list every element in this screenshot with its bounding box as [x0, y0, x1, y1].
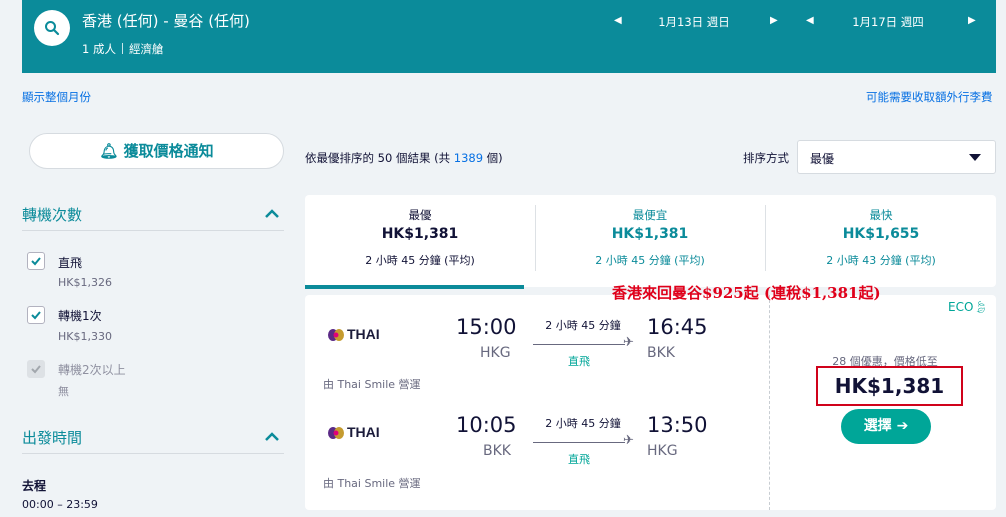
sort-value: 最優 — [810, 152, 835, 166]
departure-airport: HKG — [480, 345, 511, 361]
leaf-icon: 🍃︎ — [973, 300, 989, 314]
prev-return-date-icon[interactable]: ◀ — [806, 15, 814, 26]
promo-annotation: 香港來回曼谷$925起 (連稅$1,381起) — [612, 284, 881, 302]
prev-depart-date-icon[interactable]: ◀ — [614, 15, 622, 26]
tab-best[interactable]: 最優 HK$1,381 2 小時 45 分鐘 (平均) — [305, 195, 535, 287]
active-tab-indicator — [305, 285, 524, 289]
airline-logo: THAI — [327, 326, 380, 342]
select-label: 選擇 — [863, 418, 892, 434]
search-button[interactable] — [34, 10, 70, 46]
flight-duration: 2 小時 45 分鐘 — [545, 417, 621, 430]
one-stop-checkbox[interactable] — [27, 306, 45, 324]
route-line — [533, 442, 625, 443]
plane-icon: ✈ — [623, 335, 634, 350]
direct-label: 直飛 — [58, 256, 83, 270]
flight-duration: 2 小時 45 分鐘 — [545, 319, 621, 332]
tab-title: 最便宜 — [632, 208, 668, 222]
route-line — [533, 344, 625, 345]
price-alert-label: 獲取價格通知 — [123, 142, 214, 160]
depart-date-picker: ◀ 1月13日 週日 ▶ — [612, 12, 782, 32]
plane-icon: ✈ — [623, 433, 634, 448]
eco-label: ECO — [948, 300, 974, 314]
operated-by: 由 Thai Smile 營運 — [323, 378, 421, 391]
separator — [121, 43, 123, 54]
divider — [22, 230, 284, 231]
two-plus-stops-label: 轉機2次以上 — [58, 363, 126, 377]
two-plus-stops-price: 無 — [58, 385, 69, 398]
checkmark-icon — [31, 311, 41, 320]
next-depart-date-icon[interactable]: ▶ — [770, 15, 778, 26]
chevron-up-icon[interactable] — [264, 206, 280, 222]
airline-name: THAI — [347, 424, 380, 440]
return-date[interactable]: 1月17日 週四 — [828, 14, 948, 30]
eco-badge: ECO🍃︎ — [948, 300, 989, 314]
search-header: 香港 (任何) - 曼谷 (任何) 1 成人 經濟艙 ◀ 1月13日 週日 ▶ ◀… — [22, 0, 996, 73]
arrival-time: 16:45 — [647, 315, 708, 339]
departure-time: 15:00 — [456, 315, 517, 339]
search-icon — [45, 21, 60, 36]
one-stop-label: 轉機1次 — [58, 309, 102, 323]
chevron-up-icon[interactable] — [264, 429, 280, 445]
checkmark-icon — [31, 365, 41, 374]
stops-text: 直飛 — [568, 355, 590, 368]
arrival-airport: HKG — [647, 443, 678, 459]
direct-price: HK$1,326 — [58, 276, 112, 289]
thai-orchid-icon — [328, 427, 344, 439]
arrow-right-icon: ➔ — [896, 418, 909, 434]
next-return-date-icon[interactable]: ▶ — [968, 15, 976, 26]
tab-price: HK$1,655 — [842, 226, 920, 242]
results-summary: 依最優排序的 50 個結果 (共 1389 個) — [305, 150, 503, 166]
checkmark-icon — [31, 257, 41, 266]
tab-title: 最優 — [408, 208, 432, 222]
departure-time: 10:05 — [456, 413, 517, 437]
results-total: 1389 — [453, 151, 484, 165]
route-title[interactable]: 香港 (任何) - 曼谷 (任何) — [82, 10, 250, 31]
sort-tabs: 最優 HK$1,381 2 小時 45 分鐘 (平均) 最便宜 HK$1,381… — [305, 195, 996, 287]
outbound-time-range: 00:00 – 23:59 — [22, 498, 98, 511]
select-button[interactable]: 選擇 ➔ — [841, 409, 931, 444]
two-plus-stops-checkbox — [27, 360, 45, 378]
stops-text: 直飛 — [568, 453, 590, 466]
tab-price: HK$1,381 — [381, 226, 459, 242]
tab-fastest[interactable]: 最快 HK$1,655 2 小時 43 分鐘 (平均) — [766, 195, 996, 287]
show-whole-month-link[interactable]: 顯示整個月份 — [22, 89, 91, 105]
sort-label: 排序方式 — [743, 151, 789, 165]
depart-date[interactable]: 1月13日 週日 — [634, 14, 754, 30]
direct-checkbox[interactable] — [27, 252, 45, 270]
outbound-label: 去程 — [22, 479, 47, 493]
departure-time-title[interactable]: 出發時間 — [22, 427, 82, 448]
price-alert-button[interactable]: 🔔︎ 獲取價格通知 — [29, 133, 284, 169]
cabin-text: 經濟艙 — [128, 42, 164, 56]
arrival-time: 13:50 — [647, 413, 708, 437]
airline-name: THAI — [347, 326, 380, 342]
operated-by: 由 Thai Smile 營運 — [323, 477, 421, 490]
divider — [22, 453, 284, 454]
departure-airport: BKK — [483, 443, 511, 459]
tab-duration: 2 小時 45 分鐘 (平均) — [365, 254, 475, 267]
tab-title: 最快 — [869, 208, 893, 222]
return-date-picker: ◀ 1月17日 週四 ▶ — [806, 12, 976, 32]
results-prefix: 依最優排序的 50 個結果 (共 — [305, 151, 454, 165]
one-stop-price: HK$1,330 — [58, 330, 112, 343]
arrival-airport: BKK — [647, 345, 675, 361]
tab-duration: 2 小時 43 分鐘 (平均) — [826, 254, 936, 267]
results-suffix: 個) — [483, 151, 503, 165]
tab-price: HK$1,381 — [611, 226, 689, 242]
trip-details[interactable]: 1 成人 經濟艙 — [82, 41, 163, 57]
caret-down-icon — [969, 154, 981, 161]
passengers-text: 1 成人 — [82, 42, 116, 56]
bell-icon: 🔔︎ — [99, 142, 119, 160]
flight-price: HK$1,381 — [834, 374, 945, 398]
airline-logo: THAI — [327, 424, 380, 440]
tab-duration: 2 小時 45 分鐘 (平均) — [595, 254, 705, 267]
thai-orchid-icon — [328, 329, 344, 341]
stops-filter-title[interactable]: 轉機次數 — [22, 204, 82, 225]
extra-fees-link[interactable]: 可能需要收取額外行李費 — [866, 89, 993, 105]
price-highlight-box: HK$1,381 — [816, 366, 963, 406]
divider — [769, 295, 770, 510]
sort-dropdown[interactable]: 最優 — [797, 140, 996, 174]
tab-cheapest[interactable]: 最便宜 HK$1,381 2 小時 45 分鐘 (平均) — [535, 195, 765, 287]
